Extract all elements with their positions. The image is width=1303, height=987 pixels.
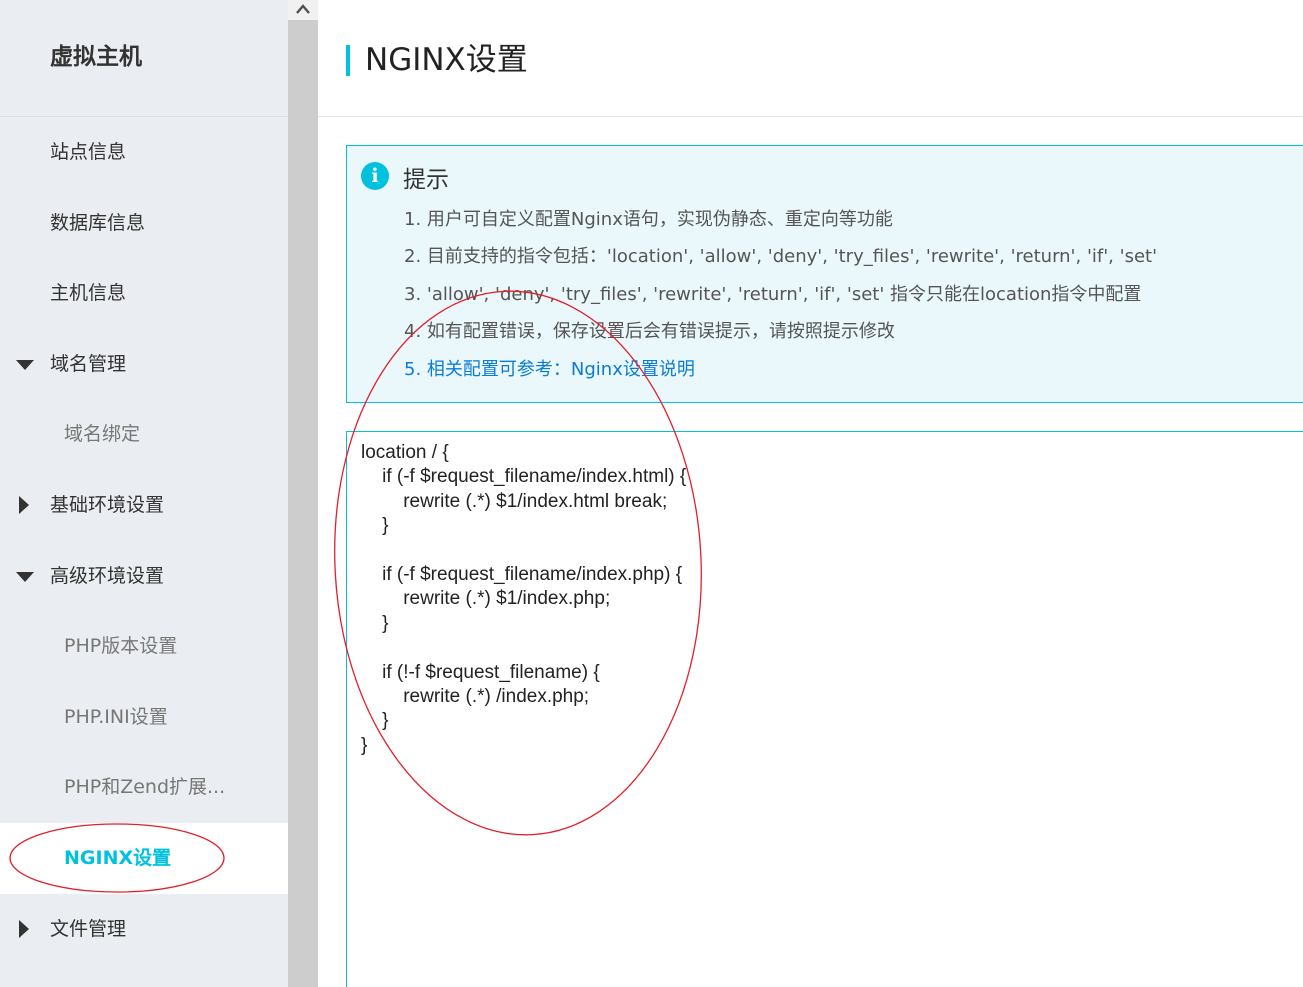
sidebar-nav: 站点信息 数据库信息 主机信息 域名管理 域名绑定 基础环境设置 高级环境设置 … (0, 117, 288, 964)
title-accent-bar (346, 45, 350, 76)
sidebar-item-php-zend-extensions[interactable]: PHP和Zend扩展... (0, 752, 288, 823)
sidebar-item-label: 数据库信息 (50, 211, 146, 234)
main-content: NGINX设置 i 提示 1. 用户可自定义配置Nginx语句，实现伪静态、重定… (318, 0, 1303, 987)
caret-down-icon (16, 571, 34, 582)
app-window: 虚拟主机 站点信息 数据库信息 主机信息 域名管理 域名绑定 基础环境设置 高级… (0, 0, 1303, 987)
sidebar-item-label: 基础环境设置 (50, 493, 165, 516)
tip-panel: i 提示 1. 用户可自定义配置Nginx语句，实现伪静态、重定向等功能 2. … (346, 145, 1303, 403)
sidebar-item-domain-management[interactable]: 域名管理 (0, 329, 288, 400)
sidebar-item-label: 主机信息 (50, 282, 127, 305)
scroll-up-button[interactable] (288, 0, 318, 20)
sidebar-item-site-info[interactable]: 站点信息 (0, 117, 288, 188)
page-title: NGINX设置 (365, 42, 528, 78)
sidebar-item-label: 文件管理 (50, 917, 127, 940)
sidebar: 虚拟主机 站点信息 数据库信息 主机信息 域名管理 域名绑定 基础环境设置 高级… (0, 0, 288, 987)
sidebar-item-php-version[interactable]: PHP版本设置 (0, 611, 288, 682)
sidebar-item-host-info[interactable]: 主机信息 (0, 258, 288, 329)
sidebar-item-label: 站点信息 (50, 141, 127, 163)
sidebar-item-label: 域名管理 (50, 352, 127, 375)
sidebar-item-label: NGINX设置 (64, 846, 172, 869)
nginx-config-editor[interactable]: location / { if (-f $request_filename/in… (346, 431, 1303, 987)
tip-title: 提示 (403, 167, 449, 193)
nginx-docs-link[interactable]: 5. 相关配置可参考：Nginx设置说明 (404, 351, 1157, 388)
sidebar-title: 虚拟主机 (0, 0, 288, 117)
sidebar-item-label: PHP版本设置 (64, 635, 178, 658)
sidebar-item-domain-binding[interactable]: 域名绑定 (0, 399, 288, 470)
sidebar-item-label: PHP和Zend扩展... (64, 776, 226, 799)
tip-item: 3. 'allow', 'deny', 'try_files', 'rewrit… (404, 283, 1142, 305)
sidebar-item-label: 域名绑定 (64, 423, 141, 446)
caret-right-icon (19, 919, 29, 938)
chevron-up-icon (296, 4, 310, 14)
sidebar-item-label: PHP.INI设置 (64, 705, 168, 728)
nginx-config-text[interactable]: location / { if (-f $request_filename/in… (361, 441, 686, 758)
sidebar-item-nginx-settings[interactable]: NGINX设置 (0, 822, 288, 894)
tip-item: 4. 如有配置错误，保存设置后会有错误提示，请按照提示修改 (404, 321, 895, 343)
sidebar-item-advanced-env[interactable]: 高级环境设置 (0, 541, 288, 612)
sidebar-item-label: 高级环境设置 (50, 564, 165, 587)
sidebar-item-php-ini[interactable]: PHP.INI设置 (0, 682, 288, 753)
caret-right-icon (19, 496, 29, 515)
sidebar-scrollbar[interactable] (288, 0, 318, 987)
info-icon: i (361, 162, 389, 190)
tip-item: 2. 目前支持的指令包括：'location', 'allow', 'deny'… (404, 246, 1158, 268)
tip-item: 1. 用户可自定义配置Nginx语句，实现伪静态、重定向等功能 (404, 209, 893, 230)
page-header: NGINX设置 (318, 0, 1303, 117)
sidebar-item-database-info[interactable]: 数据库信息 (0, 188, 288, 259)
tip-list: 1. 用户可自定义配置Nginx语句，实现伪静态、重定向等功能 2. 目前支持的… (404, 201, 1157, 388)
sidebar-item-basic-env[interactable]: 基础环境设置 (0, 470, 288, 541)
sidebar-item-file-management[interactable]: 文件管理 (0, 894, 288, 965)
caret-down-icon (16, 360, 34, 371)
